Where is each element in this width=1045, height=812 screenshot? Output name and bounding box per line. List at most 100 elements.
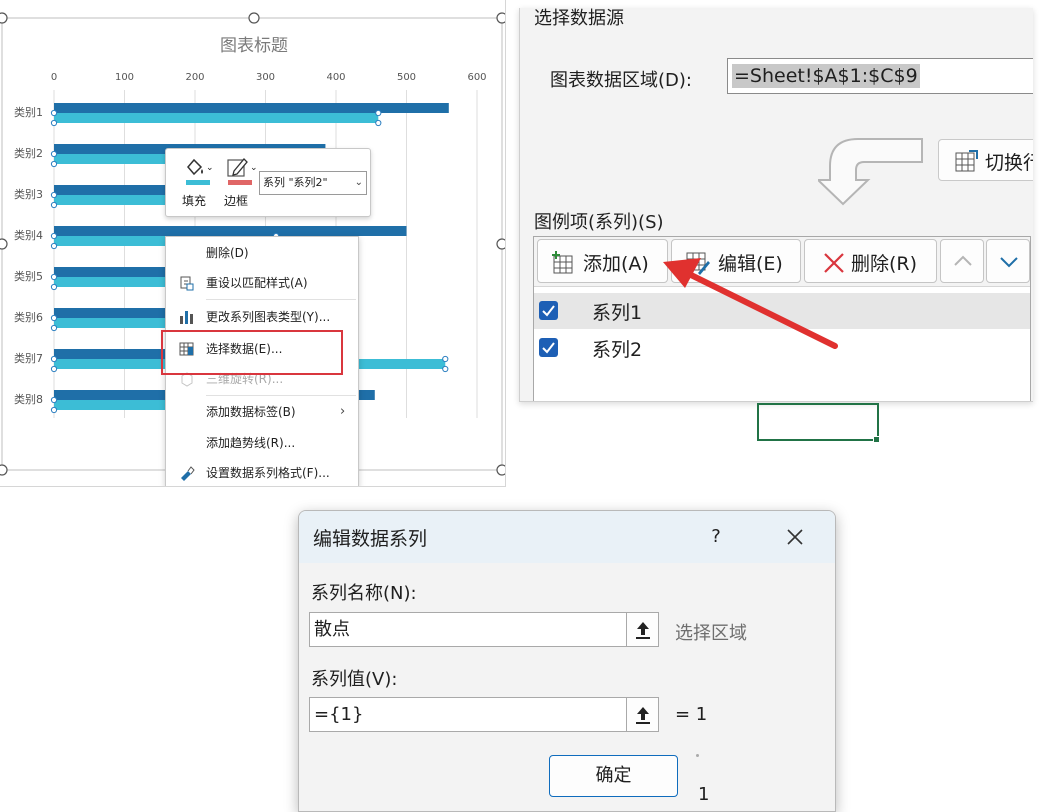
menu-item-label: 更改系列图表类型(Y)... <box>206 310 331 324</box>
bar-handle[interactable] <box>50 406 58 414</box>
chart-area[interactable]: 图表标题 0 100 200 300 400 500 600 类别1 类别2 类别3 类别4 类别5… <box>0 0 506 487</box>
category-label: 类别7 <box>14 351 43 365</box>
resize-handle[interactable] <box>0 12 8 24</box>
category-label: 类别5 <box>14 269 43 283</box>
add-button-label: 添加(A) <box>583 253 649 275</box>
bar-handle[interactable] <box>50 150 58 158</box>
edit-series-dialog: 编辑数据系列 ? 系列名称(N): 散点 选择区域 系列值(V): ={1} =… <box>298 510 836 812</box>
legend-entries-label: 图例项(系列)(S) <box>534 212 664 233</box>
x-tick-label: 0 <box>51 72 57 83</box>
highlight-rectangle <box>161 330 343 375</box>
ok-button[interactable]: 确定 <box>549 755 678 797</box>
bar-handle[interactable] <box>50 273 58 281</box>
bar-handle[interactable] <box>50 191 58 199</box>
category-label: 类别3 <box>14 187 43 201</box>
category-label: 类别1 <box>14 105 43 119</box>
curved-arrow-icon <box>818 138 923 206</box>
move-up-button[interactable] <box>940 239 984 283</box>
menu-item-add-trendline[interactable]: 添加趋势线(R)... <box>166 432 358 454</box>
chart-title[interactable]: 图表标题 <box>220 36 288 56</box>
bar-handle[interactable] <box>375 119 382 127</box>
fill-handle[interactable] <box>873 436 880 443</box>
category-label: 类别6 <box>14 310 43 324</box>
series-name-input[interactable]: 散点 <box>309 612 627 647</box>
values-preview: = 1 <box>675 704 708 725</box>
collapse-dialog-button[interactable] <box>626 697 659 732</box>
bar-handle[interactable] <box>50 109 58 117</box>
menu-item-change-chart-type[interactable]: 更改系列图表类型(Y)... <box>166 306 358 328</box>
fill-color-swatch <box>186 180 210 185</box>
chevron-down-icon: ⌄ <box>206 163 214 173</box>
dialog-title: 选择数据源 <box>534 8 624 29</box>
bar-series-2[interactable] <box>54 113 379 123</box>
chart-data-range-input[interactable]: =Sheet!$A$1:$C$9 <box>727 58 1033 94</box>
resize-handle[interactable] <box>0 464 8 476</box>
stray-text: 1 <box>698 784 710 805</box>
bar-handle[interactable] <box>50 355 58 363</box>
dialog-title: 编辑数据系列 <box>313 528 428 550</box>
add-table-icon <box>552 251 573 274</box>
category-label: 类别4 <box>14 228 43 242</box>
add-series-button[interactable]: 添加(A) <box>537 239 668 283</box>
series-checkbox[interactable] <box>539 301 558 320</box>
menu-item-reset-style[interactable]: 重设以匹配样式(A) <box>166 272 358 294</box>
switch-row-column-button[interactable]: 切换行 <box>938 139 1033 181</box>
close-button[interactable] <box>777 521 813 553</box>
bar-handle[interactable] <box>442 365 449 373</box>
x-tick-label: 300 <box>256 72 275 83</box>
resize-handle[interactable] <box>248 12 260 24</box>
chevron-up-icon <box>954 255 972 266</box>
resize-handle[interactable] <box>496 464 506 476</box>
menu-item-label: 删除(D) <box>206 246 249 260</box>
resize-handle[interactable] <box>0 238 8 250</box>
range-input-value: =Sheet!$A$1:$C$9 <box>732 64 920 88</box>
menu-separator <box>206 299 356 300</box>
format-mini-toolbar: ⌄ 填充 ⌄ 边框 系列 "系列2" ⌄ <box>165 148 371 217</box>
bar-handle[interactable] <box>50 242 58 250</box>
series-name-label: 系列名称(N): <box>311 583 417 604</box>
bar-handle[interactable] <box>50 314 58 322</box>
menu-item-add-data-labels[interactable]: 添加数据标签(B) › <box>166 401 358 423</box>
fill-button[interactable]: ⌄ 填充 <box>174 155 214 209</box>
move-down-button[interactable] <box>986 239 1030 283</box>
help-button[interactable]: ? <box>701 523 731 551</box>
bar-handle[interactable] <box>50 324 58 332</box>
menu-item-format-series[interactable]: 设置数据系列格式(F)... <box>166 462 358 484</box>
border-button[interactable]: ⌄ 边框 <box>216 155 258 209</box>
series-checkbox[interactable] <box>539 338 558 357</box>
bar-handle[interactable] <box>50 365 58 373</box>
bar-handle[interactable] <box>50 283 58 291</box>
menu-item-delete[interactable]: 删除(D) <box>166 242 358 264</box>
bar-chart-icon <box>180 311 193 324</box>
series-name: 系列2 <box>592 339 643 361</box>
series-name: 系列1 <box>592 302 643 324</box>
bar-handle[interactable] <box>50 201 58 209</box>
resize-handle[interactable] <box>496 12 506 24</box>
close-icon <box>787 529 803 545</box>
selected-cell[interactable] <box>757 403 879 441</box>
border-color-swatch <box>228 180 252 185</box>
dialog-titlebar: 编辑数据系列 ? <box>299 511 835 563</box>
series-values-label: 系列值(V): <box>311 669 398 690</box>
menu-separator <box>206 395 356 396</box>
series-values-input[interactable]: ={1} <box>309 697 627 732</box>
x-tick-label: 500 <box>397 72 416 83</box>
resize-handle[interactable] <box>496 238 506 250</box>
bar-handle[interactable] <box>375 109 382 117</box>
collapse-dialog-button[interactable] <box>626 612 659 647</box>
bar-handle[interactable] <box>50 119 58 127</box>
bar-handle[interactable] <box>50 396 58 404</box>
series-select-value: 系列 "系列2" <box>263 176 328 189</box>
format-brush-icon <box>181 466 195 481</box>
x-tick-label: 200 <box>185 72 204 83</box>
bar-series-1[interactable] <box>54 103 449 113</box>
bar-handle[interactable] <box>50 232 58 240</box>
upload-arrow-icon <box>636 622 650 639</box>
category-label: 类别2 <box>14 146 43 160</box>
fill-label: 填充 <box>181 194 206 208</box>
bar-handle[interactable] <box>442 355 449 363</box>
bar-handle[interactable] <box>50 160 58 168</box>
series-select[interactable]: 系列 "系列2" ⌄ <box>259 171 367 195</box>
bar-series-1[interactable] <box>54 226 407 236</box>
border-label: 边框 <box>223 194 248 208</box>
